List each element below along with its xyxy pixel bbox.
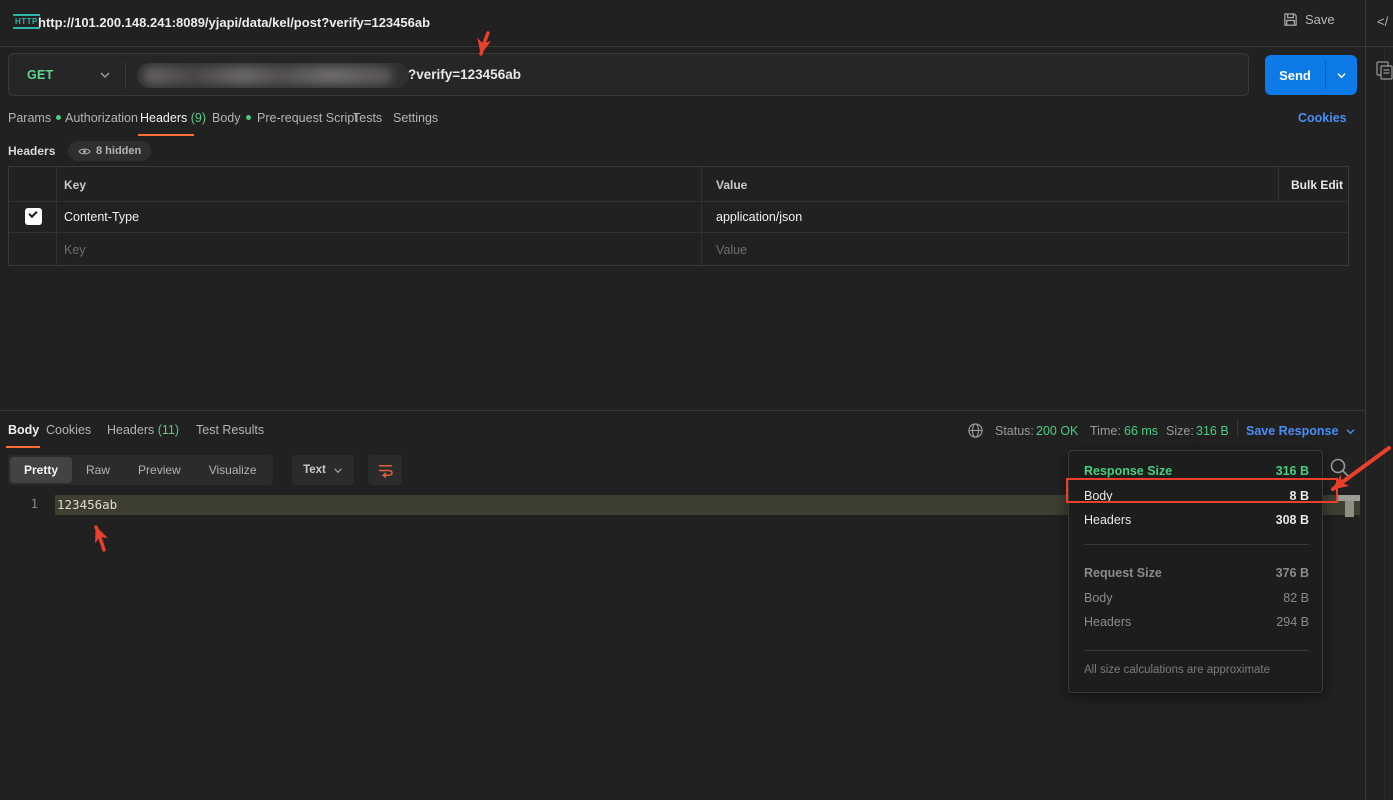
tab-body[interactable]: Body <box>212 111 251 125</box>
table-row-divider <box>9 232 1348 233</box>
view-visualize-button[interactable]: Visualize <box>195 457 271 483</box>
column-header-key: Key <box>64 179 86 191</box>
status-label: Status: <box>995 424 1034 438</box>
size-label: Size: <box>1166 424 1194 438</box>
save-icon <box>1283 12 1298 27</box>
method-selector[interactable]: GET <box>27 68 54 82</box>
tab-tests[interactable]: Tests <box>353 111 382 125</box>
table-col-divider <box>1278 167 1279 201</box>
request-title-bar: HTTP http://101.200.148.241:8089/yjapi/d… <box>0 0 1393 47</box>
view-raw-button[interactable]: Raw <box>72 457 124 483</box>
cookies-link[interactable]: Cookies <box>1298 111 1347 125</box>
right-rail-divider-2 <box>1384 47 1385 800</box>
tab-prerequest-script[interactable]: Pre-request Script <box>257 111 358 125</box>
header-key-cell[interactable]: Content-Type <box>64 211 139 224</box>
format-value: Text <box>303 464 326 476</box>
wrap-text-icon <box>377 463 394 478</box>
send-label[interactable]: Send <box>1265 55 1325 95</box>
postman-app-window: HTTP http://101.200.148.241:8089/yjapi/d… <box>0 0 1393 800</box>
header-enabled-checkbox[interactable] <box>25 208 42 225</box>
hidden-headers-toggle[interactable]: 8 hidden <box>68 141 151 161</box>
response-tab-test-results[interactable]: Test Results <box>196 423 264 437</box>
new-header-value-input[interactable]: Value <box>716 244 747 257</box>
column-header-value: Value <box>716 179 747 191</box>
headers-section-header: Headers 8 hidden <box>0 140 1365 166</box>
save-label: Save <box>1305 12 1335 27</box>
annotation-arrow-body <box>96 527 104 550</box>
send-options-chevron[interactable] <box>1326 55 1357 95</box>
headers-table: Key Value Bulk Edit Content-Type applica… <box>8 166 1349 266</box>
size-popup-footnote: All size calculations are approximate <box>1084 664 1314 676</box>
save-response-chevron-icon[interactable] <box>1345 428 1356 435</box>
globe-icon[interactable] <box>967 422 984 439</box>
http-method-icon: HTTP <box>13 14 40 29</box>
status-value[interactable]: 200 OK <box>1036 424 1078 438</box>
request-size-row: Request Size 376 B <box>1084 566 1309 580</box>
tab-params[interactable]: Params <box>8 111 61 125</box>
bulk-edit-button[interactable]: Bulk Edit <box>1291 179 1343 191</box>
response-size-row: Response Size 316 B <box>1084 464 1309 478</box>
request-headers-size-row: Headers 294 B <box>1084 615 1309 629</box>
size-value[interactable]: 316 B <box>1196 424 1229 438</box>
time-value[interactable]: 66 ms <box>1124 424 1158 438</box>
tab-authorization[interactable]: Authorization <box>65 111 138 125</box>
format-chevron-down-icon <box>333 467 343 474</box>
status-strip-divider <box>1237 419 1238 437</box>
editor-scroll-thumb[interactable] <box>1345 501 1354 517</box>
redacted-url-segment <box>137 63 409 88</box>
hidden-headers-label: 8 hidden <box>96 145 141 157</box>
url-query-text[interactable]: ?verify=123456ab <box>408 67 521 82</box>
response-size-popup: Response Size 316 B Body 8 B Headers 308… <box>1068 450 1323 693</box>
table-row-divider <box>9 201 1348 202</box>
tab-headers[interactable]: Headers (9) <box>140 111 206 125</box>
search-icon[interactable] <box>1328 456 1352 480</box>
wrap-text-button[interactable] <box>368 455 402 485</box>
documentation-icon[interactable] <box>1375 60 1393 80</box>
response-headers-size-row: Headers 308 B <box>1084 513 1309 527</box>
response-tab-body[interactable]: Body <box>8 423 39 437</box>
response-tab-headers[interactable]: Headers (11) <box>107 423 179 437</box>
view-mode-segmented-control: Pretty Raw Preview Visualize <box>8 455 273 485</box>
request-body-size-row: Body 82 B <box>1084 591 1309 605</box>
params-dot-icon <box>56 115 61 120</box>
time-label: Time: <box>1090 424 1121 438</box>
right-rail-divider <box>1365 0 1366 800</box>
line-number: 1 <box>18 497 38 511</box>
url-bar-divider <box>125 62 126 89</box>
active-response-tab-underline <box>6 446 40 448</box>
new-header-key-input[interactable]: Key <box>64 244 86 257</box>
response-tabs: Body Cookies Headers (11) Test Results S… <box>0 417 1365 449</box>
table-col-divider <box>701 167 702 267</box>
response-body-size-row: Body 8 B <box>1084 489 1309 503</box>
table-col-divider <box>56 167 57 267</box>
view-preview-button[interactable]: Preview <box>124 457 195 483</box>
response-tab-cookies[interactable]: Cookies <box>46 423 91 437</box>
request-title-url: http://101.200.148.241:8089/yjapi/data/k… <box>38 15 430 30</box>
request-response-divider[interactable] <box>0 410 1365 411</box>
send-button[interactable]: Send <box>1265 55 1357 95</box>
response-body-text[interactable]: 123456ab <box>57 497 117 512</box>
popup-divider <box>1084 650 1309 651</box>
method-chevron-down-icon[interactable] <box>99 71 111 79</box>
size-popup-caret <box>1186 442 1202 450</box>
save-button[interactable]: Save <box>1283 12 1335 27</box>
view-pretty-button[interactable]: Pretty <box>10 457 72 483</box>
eye-icon <box>78 147 91 156</box>
format-dropdown[interactable]: Text <box>292 455 354 485</box>
code-snippet-icon[interactable]: </ <box>1377 14 1388 29</box>
headers-section-title: Headers <box>8 144 55 158</box>
popup-divider <box>1084 544 1309 545</box>
tab-settings[interactable]: Settings <box>393 111 438 125</box>
request-tabs: Params Authorization Headers (9) Body Pr… <box>0 105 1365 136</box>
active-tab-underline <box>138 134 194 136</box>
body-dot-icon <box>246 115 251 120</box>
checkmark-icon <box>28 209 37 218</box>
save-response-button[interactable]: Save Response <box>1246 424 1338 438</box>
header-value-cell[interactable]: application/json <box>716 211 802 224</box>
url-input-bar[interactable]: GET ?verify=123456ab <box>8 53 1249 96</box>
